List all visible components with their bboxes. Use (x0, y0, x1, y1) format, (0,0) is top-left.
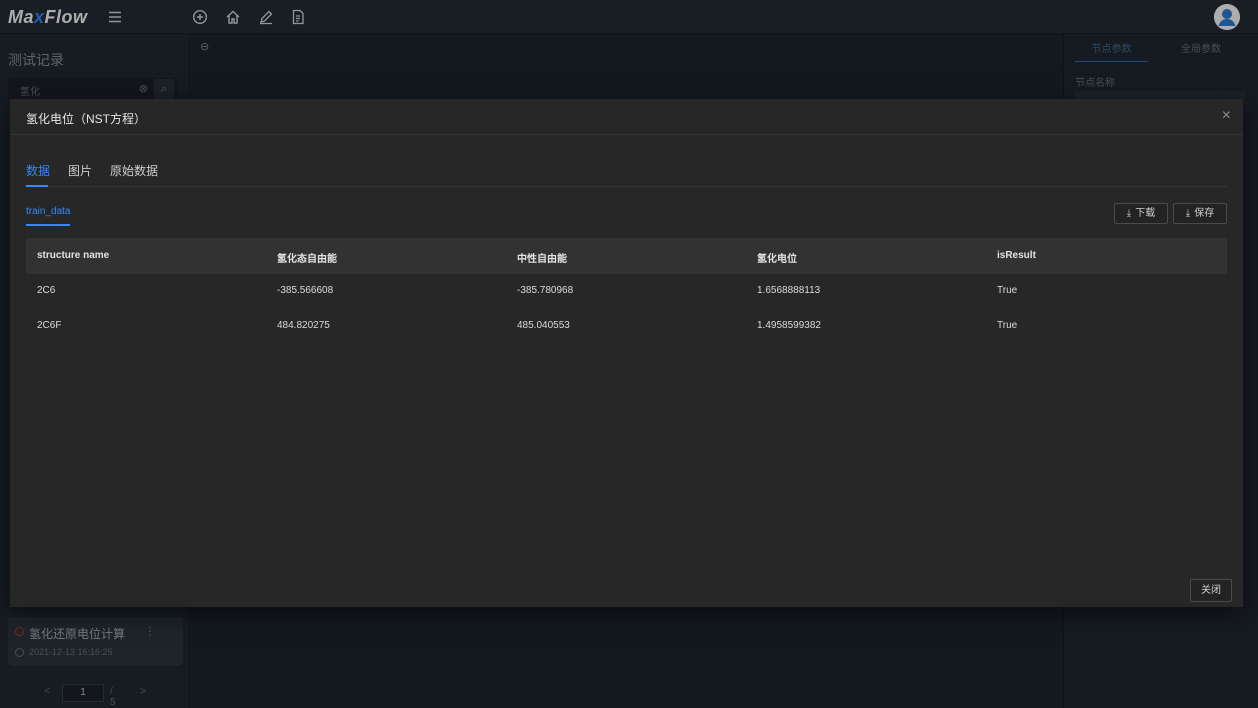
save-button[interactable]: ⤓ 保存 (1173, 203, 1227, 224)
column-header[interactable]: 氢化态自由能 (277, 250, 337, 265)
result-modal: 氢化电位（NST方程） × 数据 图片 原始数据 train_data ⤓ 下载 … (10, 99, 1243, 607)
download-button[interactable]: ⤓ 下载 (1114, 203, 1168, 224)
table-cell: 2C6 (37, 285, 56, 296)
column-header[interactable]: 氢化电位 (757, 250, 797, 265)
close-icon[interactable]: × (1222, 107, 1231, 125)
tab-images[interactable]: 图片 (68, 162, 92, 179)
modal-header: 氢化电位（NST方程） × (10, 99, 1243, 135)
table-cell: True (997, 285, 1018, 296)
tab-data[interactable]: 数据 (26, 162, 50, 179)
subtab-train-data[interactable]: train_data (26, 206, 71, 226)
column-header[interactable]: isResult (997, 250, 1036, 261)
modal-tabs: 数据 图片 原始数据 (26, 159, 1227, 187)
tab-raw-data[interactable]: 原始数据 (110, 162, 158, 179)
table-cell: 2C6F (37, 320, 62, 331)
table-cell: True (997, 320, 1018, 331)
table-header: structure name 氢化态自由能 中性自由能 氢化电位 isResul… (26, 238, 1227, 274)
column-header[interactable]: structure name (37, 250, 109, 261)
modal-title: 氢化电位（NST方程） (26, 112, 147, 126)
close-button[interactable]: 关闭 (1190, 579, 1232, 602)
table-row[interactable]: 2C6F 484.820275 485.040553 1.4958599382 … (26, 309, 1227, 344)
save-download-icon: ⤓ (1185, 208, 1191, 219)
results-table: structure name 氢化态自由能 中性自由能 氢化电位 isResul… (26, 238, 1227, 344)
table-cell: 1.4958599382 (757, 320, 821, 331)
table-cell: 485.040553 (517, 320, 570, 331)
active-tab-indicator (26, 185, 48, 187)
download-icon: ⤓ (1126, 208, 1132, 219)
table-cell: 1.6568888113 (757, 285, 821, 296)
table-row[interactable]: 2C6 -385.566608 -385.780968 1.6568888113… (26, 274, 1227, 309)
table-cell: 484.820275 (277, 320, 330, 331)
table-cell: -385.566608 (277, 285, 334, 296)
table-cell: -385.780968 (517, 285, 574, 296)
column-header[interactable]: 中性自由能 (517, 250, 567, 265)
